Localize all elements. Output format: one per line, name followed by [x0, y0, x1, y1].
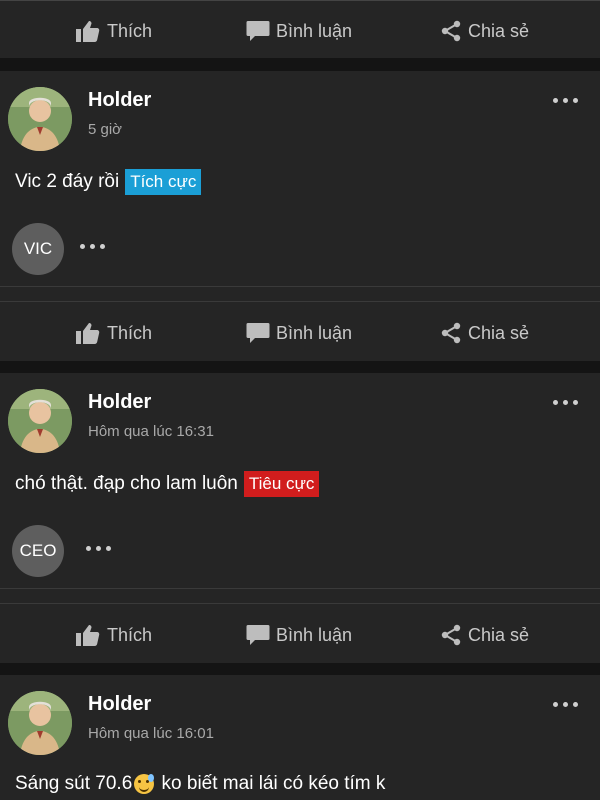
post-card: Holder Hôm qua lúc 16:31 chó thật. đạp c… — [0, 373, 600, 663]
dot-icon — [106, 546, 111, 551]
thumbs-up-icon — [76, 323, 100, 344]
post-text: chó thật. đạp cho lam luôn Tiêu cực — [15, 471, 320, 497]
post-time[interactable]: 5 giờ — [88, 121, 122, 138]
post-time[interactable]: Hôm qua lúc 16:31 — [88, 423, 214, 440]
more-options-button[interactable] — [553, 400, 578, 405]
stock-tag[interactable]: CEO — [12, 525, 64, 577]
dot-icon — [86, 546, 91, 551]
comment-button[interactable]: Bình luận — [246, 322, 352, 344]
dot-icon — [553, 98, 558, 103]
thumbs-up-icon — [76, 21, 100, 42]
post-card: Holder 5 giờ Vic 2 đáy rồi Tích cực VIC … — [0, 71, 600, 361]
more-options-button[interactable] — [553, 98, 578, 103]
share-icon — [441, 322, 461, 344]
post-card-previous: Thích Bình luận Chia sẻ — [0, 0, 600, 58]
post-text: Vic 2 đáy rồi Tích cực — [15, 169, 202, 195]
sentiment-badge: Tích cực — [125, 169, 202, 195]
comment-label: Bình luận — [276, 20, 353, 41]
dot-icon — [100, 244, 105, 249]
share-icon — [441, 624, 461, 646]
like-label: Thích — [107, 322, 153, 343]
comment-label: Bình luận — [276, 624, 353, 645]
share-label: Chia sẻ — [468, 624, 530, 645]
avatar[interactable] — [8, 87, 72, 151]
dot-icon — [553, 702, 558, 707]
comment-button[interactable]: Bình luận — [246, 624, 352, 646]
share-button[interactable]: Chia sẻ — [440, 20, 529, 42]
post-body: chó thật. đạp cho lam luôn — [15, 473, 238, 494]
comment-label: Bình luận — [276, 322, 353, 343]
share-button[interactable]: Chia sẻ — [440, 322, 529, 344]
post-text: Sáng sút 70.6 ko biết mai lái có kéo tím… — [15, 773, 385, 795]
comment-icon — [246, 21, 270, 41]
dot-icon — [553, 400, 558, 405]
post-body-start: Sáng sút 70.6 — [15, 773, 133, 794]
avatar-portrait-icon — [8, 691, 72, 755]
dot-icon — [90, 244, 95, 249]
dot-icon — [563, 702, 568, 707]
dot-icon — [573, 702, 578, 707]
dot-icon — [96, 546, 101, 551]
comment-button[interactable]: Bình luận — [246, 20, 352, 42]
stock-tag[interactable]: VIC — [12, 223, 64, 275]
share-button[interactable]: Chia sẻ — [440, 624, 529, 646]
avatar[interactable] — [8, 389, 72, 453]
sweat-smile-emoji-icon — [134, 774, 155, 794]
author-name[interactable]: Holder — [88, 391, 151, 414]
avatar-portrait-icon — [8, 87, 72, 151]
post-time[interactable]: Hôm qua lúc 16:01 — [88, 725, 214, 742]
tag-more-button[interactable] — [80, 244, 105, 249]
like-button[interactable]: Thích — [75, 20, 152, 42]
share-label: Chia sẻ — [468, 20, 530, 41]
post-body: Vic 2 đáy rồi — [15, 171, 120, 192]
share-icon — [441, 20, 461, 42]
dot-icon — [573, 400, 578, 405]
dot-icon — [563, 400, 568, 405]
post-body-end: ko biết mai lái có kéo tím k — [156, 773, 386, 794]
avatar[interactable] — [8, 691, 72, 755]
dot-icon — [80, 244, 85, 249]
dot-icon — [563, 98, 568, 103]
like-label: Thích — [107, 20, 153, 41]
share-label: Chia sẻ — [468, 322, 530, 343]
author-name[interactable]: Holder — [88, 89, 151, 112]
like-button[interactable]: Thích — [75, 322, 152, 344]
post-card: Holder Hôm qua lúc 16:01 Sáng sút 70.6 k… — [0, 675, 600, 800]
more-options-button[interactable] — [553, 702, 578, 707]
like-button[interactable]: Thích — [75, 624, 152, 646]
thumbs-up-icon — [76, 625, 100, 646]
comment-icon — [246, 323, 270, 343]
dot-icon — [573, 98, 578, 103]
comment-icon — [246, 625, 270, 645]
news-feed: Thích Bình luận Chia sẻ Holder 5 giờ Vic… — [0, 0, 600, 800]
like-label: Thích — [107, 624, 153, 645]
author-name[interactable]: Holder — [88, 693, 151, 716]
avatar-portrait-icon — [8, 389, 72, 453]
sentiment-badge: Tiêu cực — [243, 471, 320, 497]
tag-more-button[interactable] — [86, 546, 111, 551]
